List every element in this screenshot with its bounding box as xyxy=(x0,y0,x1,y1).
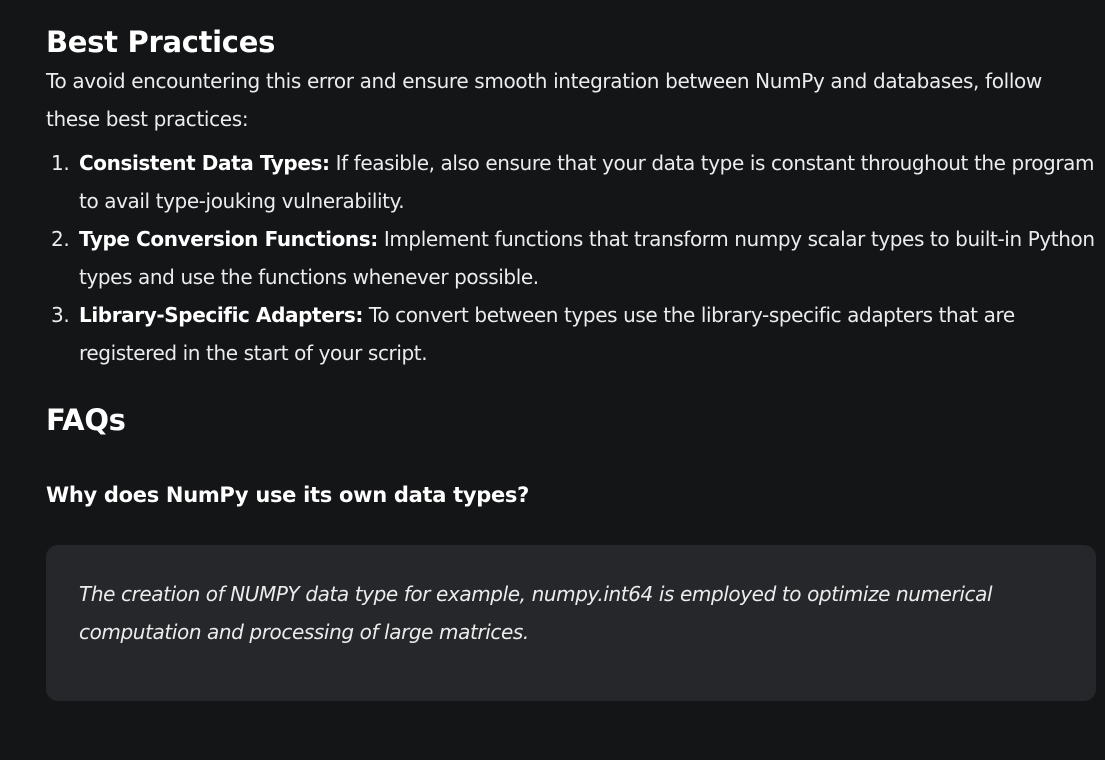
list-item: 2. Type Conversion Functions: Implement f… xyxy=(46,220,1096,296)
faq-question[interactable]: Why does NumPy use its own data types? xyxy=(46,480,1096,510)
list-item-number: 2. xyxy=(51,227,70,251)
list-item-term: Library-Specific Adapters: xyxy=(79,303,363,327)
list-item: 3. Library-Specific Adapters: To convert … xyxy=(46,296,1096,372)
list-item: 1. Consistent Data Types: If feasible, al… xyxy=(46,144,1096,220)
best-practices-intro: To avoid encountering this error and ens… xyxy=(46,69,1042,131)
best-practices-heading: Best Practices xyxy=(46,25,276,59)
list-item-number: 1. xyxy=(51,151,70,175)
faq-answer: The creation of NUMPY data type for exam… xyxy=(79,582,993,644)
article-content: Best Practices To avoid encountering thi… xyxy=(46,0,1096,701)
best-practices-list: 1. Consistent Data Types: If feasible, al… xyxy=(46,144,1096,372)
faq-answer-box: The creation of NUMPY data type for exam… xyxy=(46,545,1096,701)
list-item-term: Consistent Data Types: xyxy=(79,151,330,175)
list-item-number: 3. xyxy=(51,303,70,327)
faqs-heading: FAQs xyxy=(46,403,126,437)
list-item-term: Type Conversion Functions: xyxy=(79,227,378,251)
